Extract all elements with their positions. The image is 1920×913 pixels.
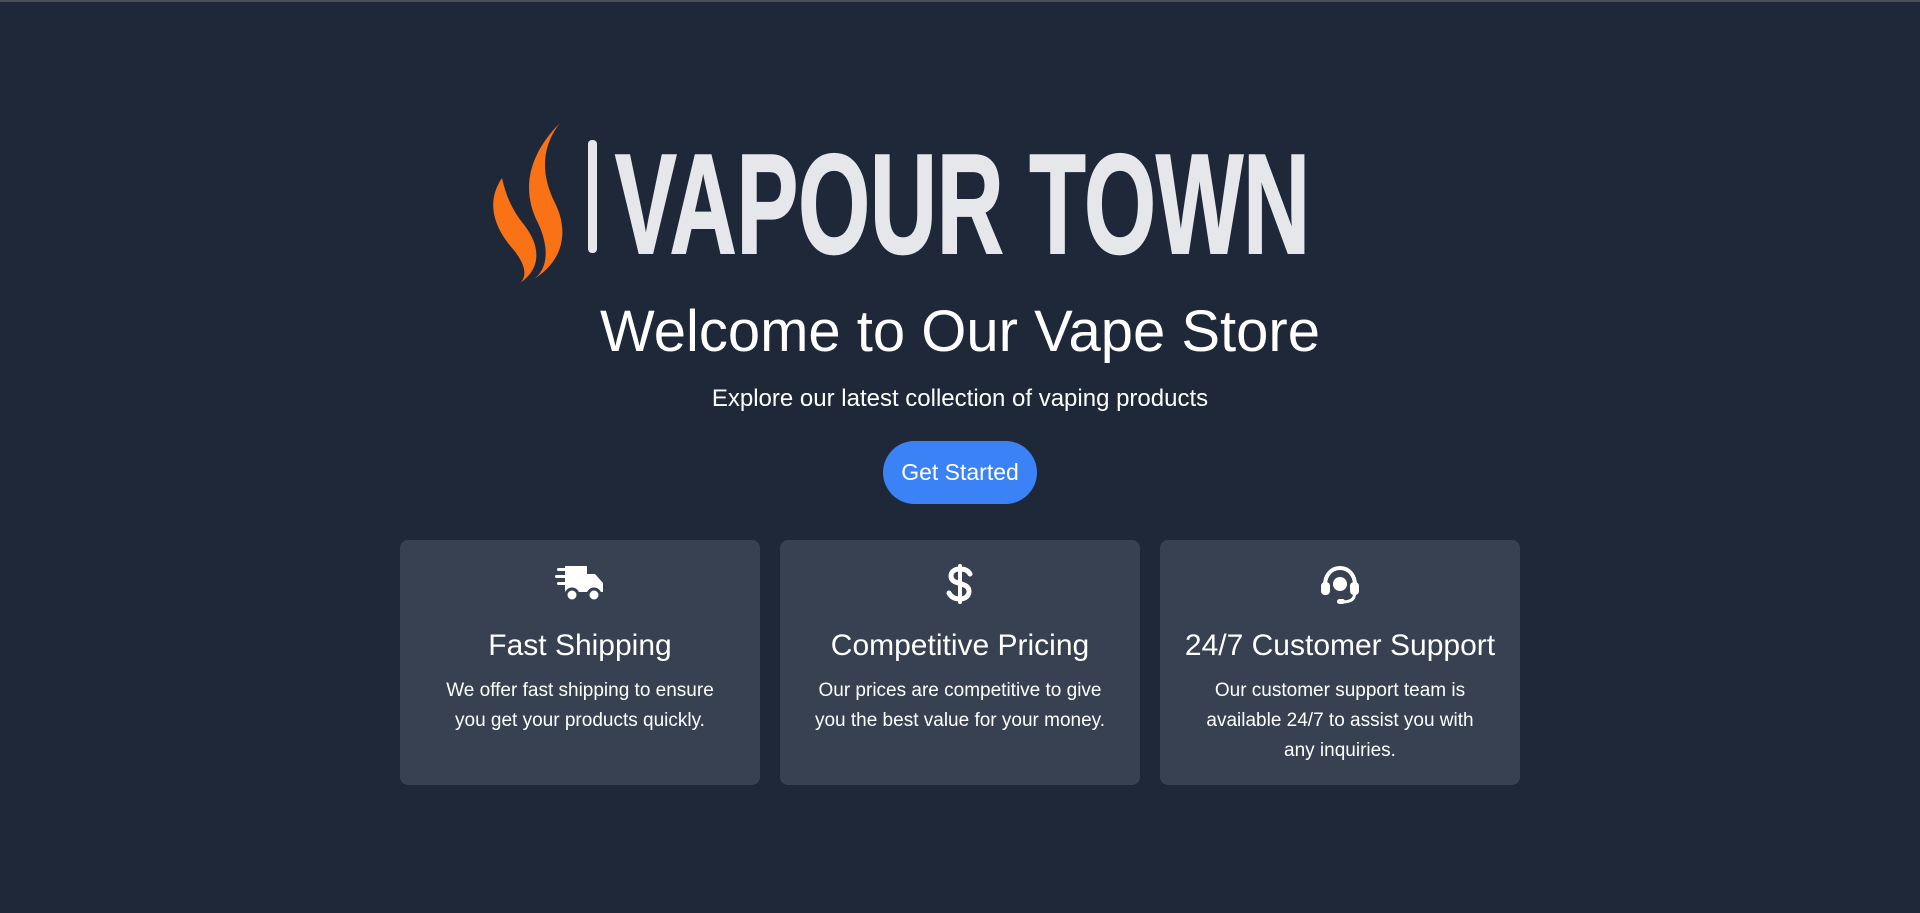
get-started-button[interactable]: Get Started <box>883 441 1037 504</box>
feature-card-customer-support: 24/7 Customer Support Our customer suppo… <box>1160 540 1520 785</box>
feature-description: Our prices are competitive to give you t… <box>814 680 1106 731</box>
page-subtitle: Explore our latest collection of vaping … <box>711 385 1209 412</box>
vapour-town-logo: VAPOUR TOWN VAPOUR TOWN <box>490 118 1430 288</box>
page-title: Welcome to Our Vape Store <box>600 299 1320 364</box>
feature-title: Fast Shipping <box>488 629 672 662</box>
dollar-icon <box>780 562 1140 606</box>
svg-text:VAPOUR TOWN: VAPOUR TOWN <box>615 125 1310 284</box>
feature-card-fast-shipping: Fast Shipping We offer fast shipping to … <box>400 540 760 785</box>
feature-card-competitive-pricing: Competitive Pricing Our prices are compe… <box>780 540 1140 785</box>
headset-icon <box>1160 562 1520 606</box>
feature-title: Competitive Pricing <box>830 629 1090 662</box>
feature-description: Our customer support team is available 2… <box>1206 680 1474 761</box>
hero-section: VAPOUR TOWN VAPOUR TOWN Welcome to Our V… <box>0 0 1920 913</box>
truck-fast-icon <box>400 562 760 606</box>
feature-description: We offer fast shipping to ensure you get… <box>446 680 714 731</box>
feature-title: 24/7 Customer Support <box>1184 629 1496 662</box>
